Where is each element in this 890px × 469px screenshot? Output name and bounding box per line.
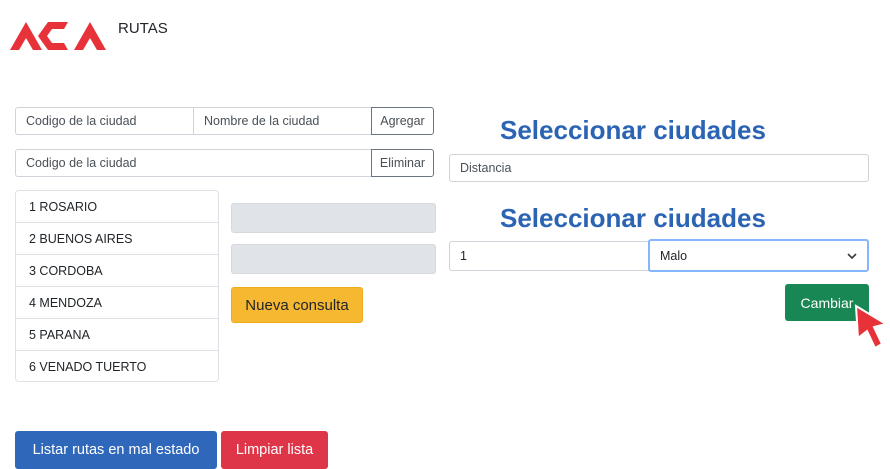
distance-input[interactable]: Distancia (449, 154, 869, 182)
city-code-input[interactable]: Codigo de la ciudad (15, 107, 194, 135)
clear-list-button[interactable]: Limpiar lista (221, 431, 328, 469)
route-number-input[interactable]: 1 (449, 241, 649, 271)
city-list-item[interactable]: 3 CORDOBA (16, 255, 218, 287)
city-list-item[interactable]: 1 ROSARIO (16, 191, 218, 223)
new-query-button[interactable]: Nueva consulta (231, 287, 363, 323)
route-state-select[interactable]: Malo (648, 239, 869, 272)
aca-logo (8, 12, 114, 52)
state-heading: Seleccionar ciudades (500, 203, 766, 233)
delete-city-button[interactable]: Eliminar (371, 149, 434, 177)
route-state-value: Malo (660, 248, 688, 263)
brand-title: RUTAS (118, 20, 168, 37)
city-list-item[interactable]: 6 VENADO TUERTO (16, 351, 218, 381)
query-destination-field[interactable] (231, 244, 436, 274)
add-city-button[interactable]: Agregar (371, 107, 434, 135)
mouse-pointer-icon (852, 302, 890, 354)
city-list-item[interactable]: 4 MENDOZA (16, 287, 218, 319)
city-list-item[interactable]: 2 BUENOS AIRES (16, 223, 218, 255)
city-name-input[interactable]: Nombre de la ciudad (193, 107, 372, 135)
query-origin-field[interactable] (231, 203, 436, 233)
city-list-item[interactable]: 5 PARANA (16, 319, 218, 351)
list-bad-routes-button[interactable]: Listar rutas en mal estado (15, 431, 217, 469)
distance-heading: Seleccionar ciudades (500, 115, 766, 145)
chevron-down-icon (847, 249, 857, 263)
city-list: 1 ROSARIO 2 BUENOS AIRES 3 CORDOBA 4 MEN… (15, 190, 219, 382)
delete-code-input[interactable]: Codigo de la ciudad (15, 149, 372, 177)
